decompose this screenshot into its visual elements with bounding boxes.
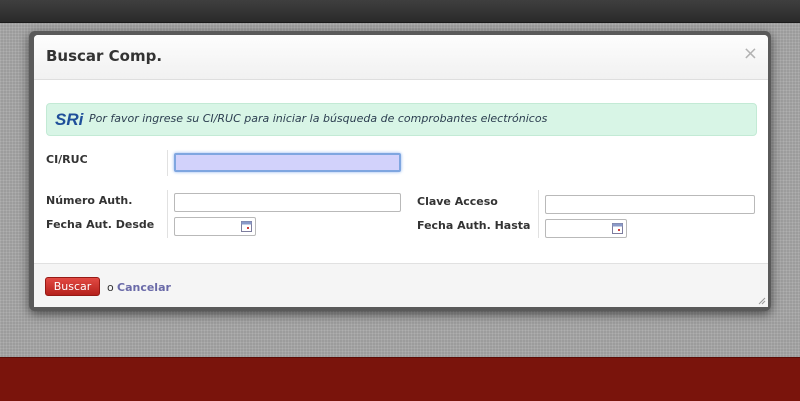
footer-band <box>0 357 800 401</box>
fecha-hasta-input[interactable] <box>545 219 627 238</box>
info-alert: SRi Por favor ingrese su CI/RUC para ini… <box>46 103 757 136</box>
ci-ruc-label: CI/RUC <box>46 153 88 166</box>
clave-acceso-input[interactable] <box>545 195 755 214</box>
top-navbar <box>0 0 800 23</box>
resize-handle-icon[interactable] <box>758 297 766 305</box>
sri-logo: SRi <box>55 110 85 129</box>
numero-auth-label: Número Auth. <box>46 194 133 207</box>
cancel-link[interactable]: Cancelar <box>117 281 171 294</box>
field-divider <box>538 190 539 238</box>
modal-header: Buscar Comp. × <box>34 35 768 80</box>
clave-acceso-label: Clave Acceso <box>417 195 498 208</box>
fecha-desde-label: Fecha Aut. Desde <box>46 218 155 231</box>
close-icon[interactable]: × <box>743 45 758 63</box>
field-divider <box>167 190 168 238</box>
calendar-icon[interactable] <box>612 222 623 234</box>
calendar-icon[interactable] <box>241 220 252 232</box>
modal-footer: Buscar o Cancelar <box>34 263 768 307</box>
fecha-hasta-label: Fecha Auth. Hasta <box>417 219 531 232</box>
fecha-desde-input[interactable] <box>174 217 256 236</box>
buscar-button[interactable]: Buscar <box>45 277 100 296</box>
modal-title: Buscar Comp. <box>46 47 163 65</box>
svg-text:SRi: SRi <box>55 110 85 129</box>
alert-message: Por favor ingrese su CI/RUC para iniciar… <box>89 112 548 125</box>
numero-auth-input[interactable] <box>174 193 401 212</box>
field-divider <box>167 150 168 176</box>
or-text: o <box>107 281 114 294</box>
ci-ruc-input[interactable] <box>174 153 401 172</box>
